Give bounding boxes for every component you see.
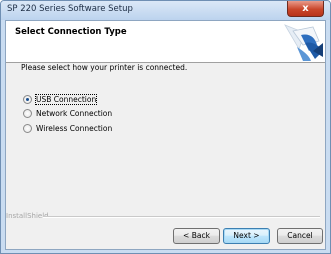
page-title: Select Connection Type	[15, 27, 127, 37]
usb-connection-label[interactable]: USB Connection	[34, 93, 98, 105]
radio-network[interactable]	[23, 108, 32, 118]
header-panel: Select Connection Type	[6, 21, 325, 63]
footer-divider	[43, 216, 320, 218]
next-button[interactable]: Next >	[223, 228, 270, 244]
close-icon: x	[302, 3, 309, 14]
title-bar[interactable]: SP 220 Series Software Setup x	[1, 1, 330, 20]
network-connection-label[interactable]: Network Connection	[36, 109, 112, 118]
wireless-connection-label[interactable]: Wireless Connection	[36, 124, 112, 133]
wireless-connection-option[interactable]: Wireless Connection	[23, 122, 112, 134]
back-button[interactable]: < Back	[173, 228, 220, 244]
setup-window: SP 220 Series Software Setup x Select Co…	[0, 0, 331, 254]
printer-setup-logo-icon	[284, 24, 323, 61]
close-button[interactable]: x	[287, 1, 324, 17]
usb-connection-option[interactable]: USB Connection	[23, 93, 98, 105]
radio-wireless[interactable]	[23, 123, 32, 133]
network-connection-option[interactable]: Network Connection	[23, 107, 112, 119]
instruction-text: Please select how your printer is connec…	[21, 63, 188, 72]
cancel-button[interactable]: Cancel	[277, 228, 323, 244]
dialog-body: Select Connection Type Please select how…	[5, 20, 326, 250]
radio-usb[interactable]	[23, 94, 32, 104]
window-title: SP 220 Series Software Setup	[7, 4, 133, 14]
